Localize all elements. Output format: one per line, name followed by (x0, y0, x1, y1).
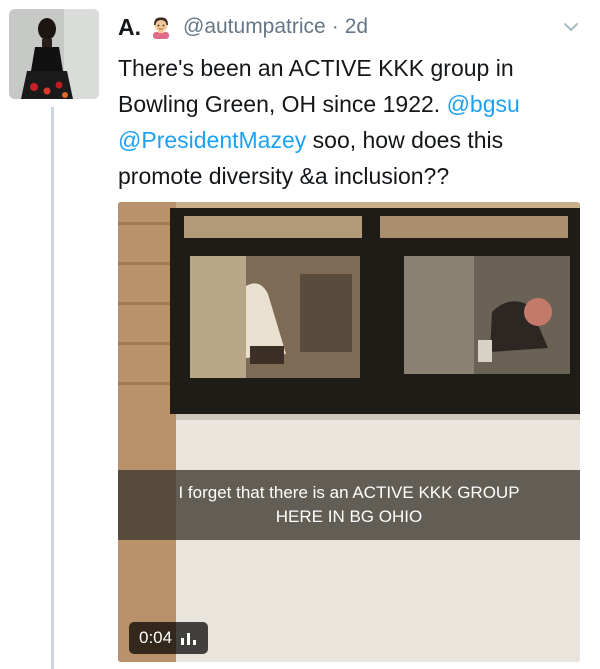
tweet-text-line: @PresidentMazey soo, how does this (118, 122, 588, 158)
caption-text-line: HERE IN BG OHIO (275, 507, 423, 526)
timestamp[interactable]: 2d (345, 15, 368, 39)
tweet-text-line: Bowling Green, OH since 1922. @bgsu (118, 86, 588, 122)
snap-caption: I forget that there is an ACTIVE KKK GRO… (118, 470, 580, 540)
avatar-photo (9, 9, 99, 99)
separator-dot: · (331, 15, 339, 38)
mention-link-bgsu[interactable]: @bgsu (447, 91, 520, 117)
caption-text-line: I forget that there is an ACTIVE KKK GRO… (178, 483, 520, 502)
tweet-text: There's been an ACTIVE KKK group in Bowl… (118, 50, 588, 194)
thread-line (51, 107, 54, 669)
tweet-text-segment: soo, how does this (312, 127, 504, 153)
audio-bars-icon (180, 630, 198, 646)
user-handle[interactable]: @autumpatrice (183, 15, 326, 39)
display-name[interactable]: A. (118, 14, 141, 41)
tweet-header: A. @autumpatrice · 2d (118, 12, 368, 42)
video-media[interactable]: I forget that there is an ACTIVE KKK GRO… (118, 202, 580, 662)
tweet-text-line: There's been an ACTIVE KKK group in (118, 55, 514, 81)
person-emoji-icon (149, 15, 173, 39)
video-duration-badge: 0:04 (129, 622, 209, 654)
tweet-text-line: promote diversity &a inclusion?? (118, 163, 450, 189)
video-frame-image (118, 202, 580, 662)
mention-link-presidentmazey[interactable]: @PresidentMazey (118, 127, 306, 153)
tweet-text-segment: Bowling Green, OH since 1922. (118, 91, 441, 117)
video-duration: 0:04 (139, 628, 173, 647)
avatar[interactable] (9, 9, 99, 99)
chevron-down-icon[interactable] (560, 16, 582, 38)
